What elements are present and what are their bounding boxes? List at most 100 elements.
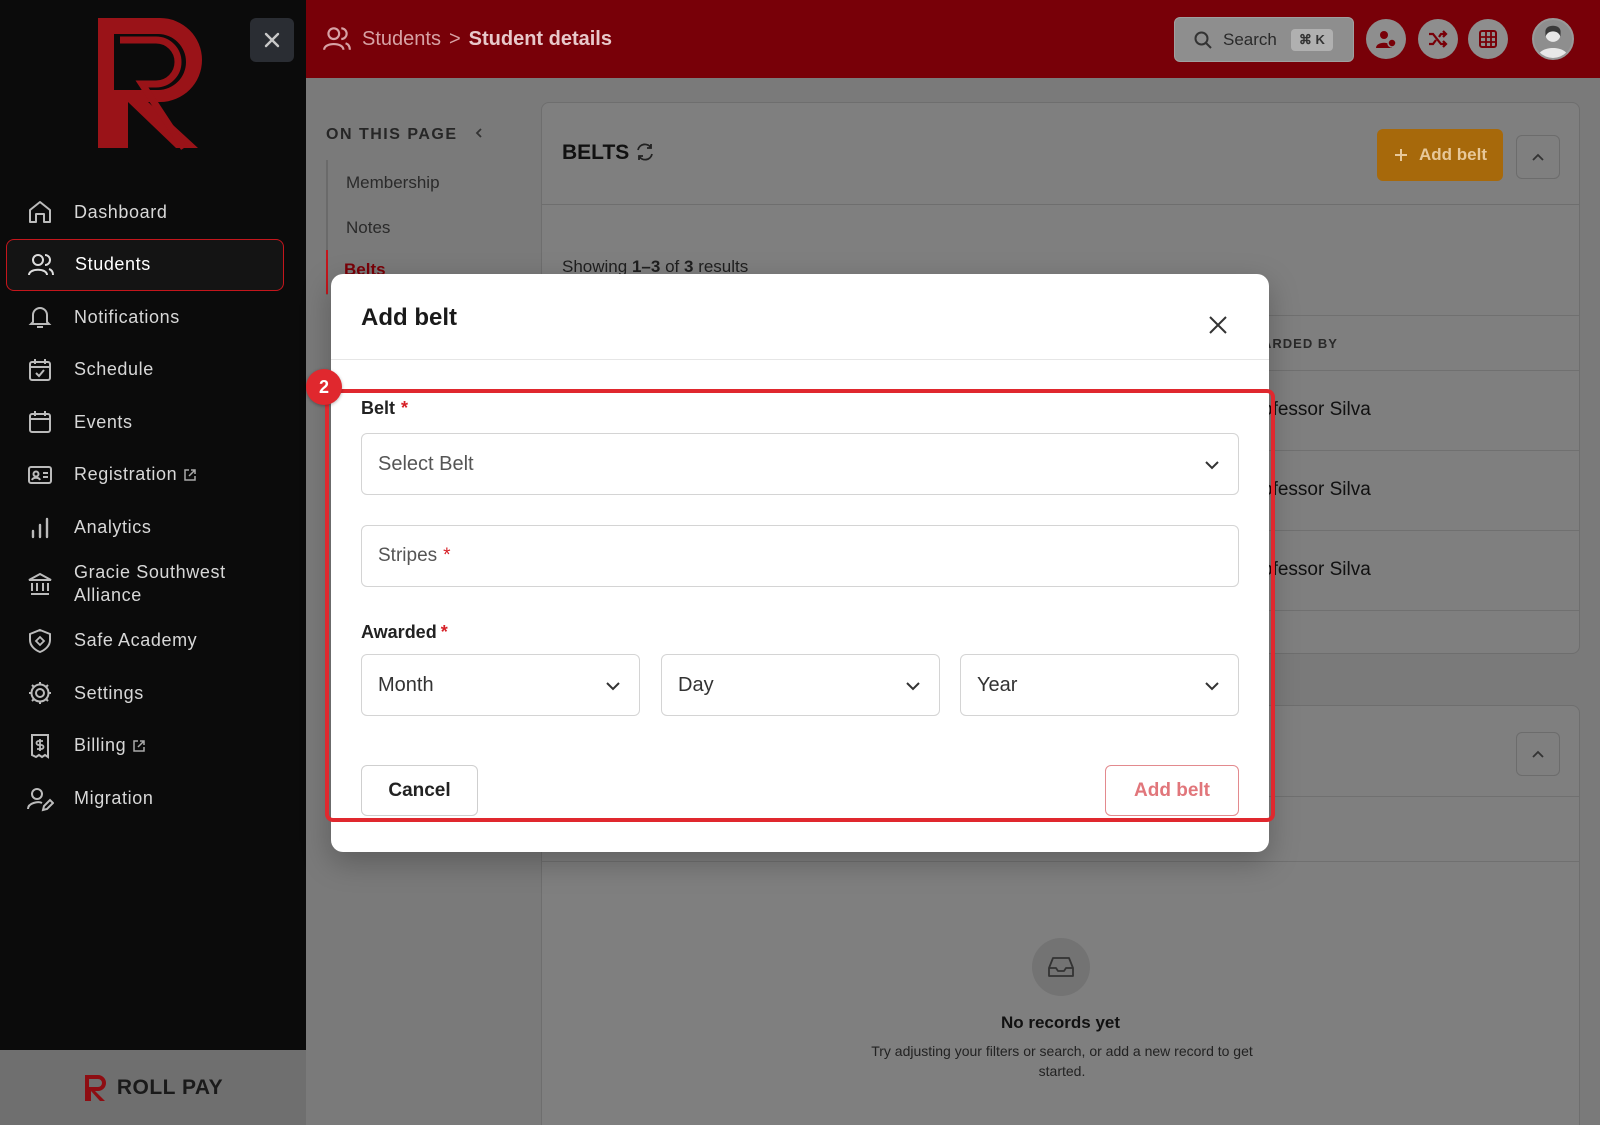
sidebar-item-notifications[interactable]: Notifications: [6, 291, 284, 343]
sidebar-item-label: Registration: [74, 464, 178, 485]
collapse-belts-button[interactable]: [1516, 135, 1560, 179]
home-icon: [29, 201, 51, 223]
search-icon: [1194, 31, 1212, 49]
awarded-by-cell: ofessor Silva: [1262, 399, 1371, 420]
close-icon[interactable]: [1207, 314, 1229, 336]
stripes-placeholder: Stripes: [378, 545, 438, 566]
cancel-button[interactable]: Cancel: [361, 765, 478, 816]
sidebar-item-label: Students: [75, 254, 151, 275]
sidebar-item-label: Notifications: [74, 306, 180, 327]
shield-icon: [29, 628, 51, 653]
toc-item-membership[interactable]: Membership: [346, 160, 440, 205]
sidebar-item-billing[interactable]: Billing: [6, 720, 284, 772]
add-belt-header-label: Add belt: [1419, 145, 1487, 164]
year-select[interactable]: Year: [960, 654, 1239, 716]
avatar-icon: [1537, 25, 1569, 58]
required-mark: *: [440, 622, 448, 642]
on-this-page-toggle[interactable]: ON THIS PAGE: [326, 126, 485, 144]
receipt-dollar-icon: [31, 733, 49, 759]
add-belt-modal: Add belt Belt * Select Belt Stripes * Awar…: [331, 274, 1269, 852]
modal-title: Add belt: [361, 304, 457, 331]
search-label: Search: [1223, 29, 1277, 49]
users-icon: [28, 253, 54, 275]
belts-card-header: BELTS Add belt: [542, 103, 1579, 205]
chevron-up-icon: [1532, 153, 1544, 161]
day-select-value: Day: [678, 673, 714, 696]
empty-state-title: No records yet: [1000, 1013, 1121, 1032]
month-select[interactable]: Month: [361, 654, 640, 716]
external-link-icon: [133, 740, 145, 752]
refresh-icon[interactable]: [634, 141, 656, 163]
user-avatar[interactable]: [1532, 18, 1574, 60]
sidebar-item-migration[interactable]: Migration: [6, 773, 284, 825]
required-mark: *: [401, 398, 409, 418]
sidebar-item-events[interactable]: Events: [6, 396, 284, 448]
switch-button[interactable]: [1418, 19, 1458, 59]
id-card-icon: [28, 465, 52, 484]
month-select-value: Month: [378, 673, 434, 696]
sidebar-item-label: Settings: [74, 682, 144, 703]
sidebar-item-label: Billing: [74, 735, 127, 756]
sidebar-item-dashboard[interactable]: Dashboard: [6, 186, 284, 238]
sidebar-footer: ROLL PAY: [0, 1050, 306, 1125]
awarded-label-text: Awarded: [361, 622, 437, 642]
belt-select[interactable]: Select Belt: [361, 433, 1239, 495]
add-belt-submit-button[interactable]: Add belt: [1105, 765, 1239, 816]
add-belt-header-button[interactable]: Add belt: [1377, 129, 1503, 181]
shuffle-icon: [1429, 30, 1448, 48]
sidebar-item-label: Events: [74, 411, 133, 432]
sidebar-nav: Dashboard Students Notifications Schedul…: [6, 186, 284, 825]
chevron-down-icon: [1205, 461, 1219, 470]
chevron-left-icon: [476, 128, 483, 138]
close-sidebar-button[interactable]: [250, 18, 294, 62]
sidebar-item-analytics[interactable]: Analytics: [6, 502, 284, 554]
roll-pay-brand: ROLL PAY: [116, 1075, 224, 1099]
awarded-by-cell: ofessor Silva: [1262, 479, 1371, 500]
add-user-button[interactable]: [1366, 19, 1406, 59]
on-this-page-title: ON THIS PAGE: [326, 126, 458, 143]
belts-title: BELTS: [562, 141, 630, 164]
calendar-icon: [29, 411, 51, 434]
toc-active-indicator: [326, 250, 328, 294]
awarded-label: Awarded *: [361, 622, 448, 643]
user-badge-icon: [1376, 31, 1397, 48]
search-button[interactable]: Search ⌘ K: [1174, 17, 1354, 62]
apps-grid-button[interactable]: [1468, 19, 1508, 59]
sidebar-item-schedule[interactable]: Schedule: [6, 344, 284, 396]
day-select[interactable]: Day: [661, 654, 940, 716]
breadcrumb-current: Student details: [468, 27, 612, 50]
breadcrumb-students-link[interactable]: Students: [362, 28, 441, 51]
roll-pay-logo-icon: [84, 1074, 106, 1101]
sidebar-item-safe-academy[interactable]: Safe Academy: [6, 615, 284, 667]
inbox-icon: [1032, 938, 1090, 996]
breadcrumb-separator: >: [448, 27, 461, 50]
sidebar-item-label: Migration: [74, 788, 154, 809]
breadcrumb: Students > Student details: [322, 24, 612, 54]
modal-header: Add belt: [331, 274, 1269, 360]
belt-label: Belt *: [361, 398, 408, 419]
annotation-badge: 2: [306, 369, 342, 405]
top-header: Students > Student details Search ⌘ K: [306, 0, 1600, 78]
stripes-input[interactable]: Stripes *: [361, 525, 1239, 587]
sidebar-item-gracie-southwest-alliance[interactable]: Gracie Southwest Alliance: [6, 554, 284, 614]
empty-state-subtitle: Try adjusting your filters or search, or…: [871, 1043, 1253, 1079]
sidebar-item-label: Gracie Southwest Alliance: [74, 562, 226, 606]
chevron-down-icon: [1205, 682, 1219, 691]
calendar-check-icon: [29, 358, 51, 381]
sidebar-item-settings[interactable]: Settings: [6, 667, 284, 719]
sidebar-item-registration[interactable]: Registration: [6, 449, 284, 501]
sidebar-item-students[interactable]: Students: [6, 238, 284, 291]
belt-select-placeholder: Select Belt: [378, 452, 474, 475]
toc-item-notes[interactable]: Notes: [346, 205, 440, 250]
close-icon: [264, 32, 280, 48]
brand-logo-icon: [98, 18, 202, 150]
collapse-section-button[interactable]: [1516, 732, 1560, 776]
bell-icon: [28, 307, 52, 329]
bank-icon: [28, 573, 52, 596]
chevron-down-icon: [906, 682, 920, 691]
plus-icon: [1395, 149, 1407, 161]
year-select-value: Year: [977, 673, 1018, 696]
sidebar-item-label: Schedule: [74, 359, 154, 380]
chevron-down-icon: [606, 682, 620, 691]
gear-icon: [29, 682, 51, 705]
